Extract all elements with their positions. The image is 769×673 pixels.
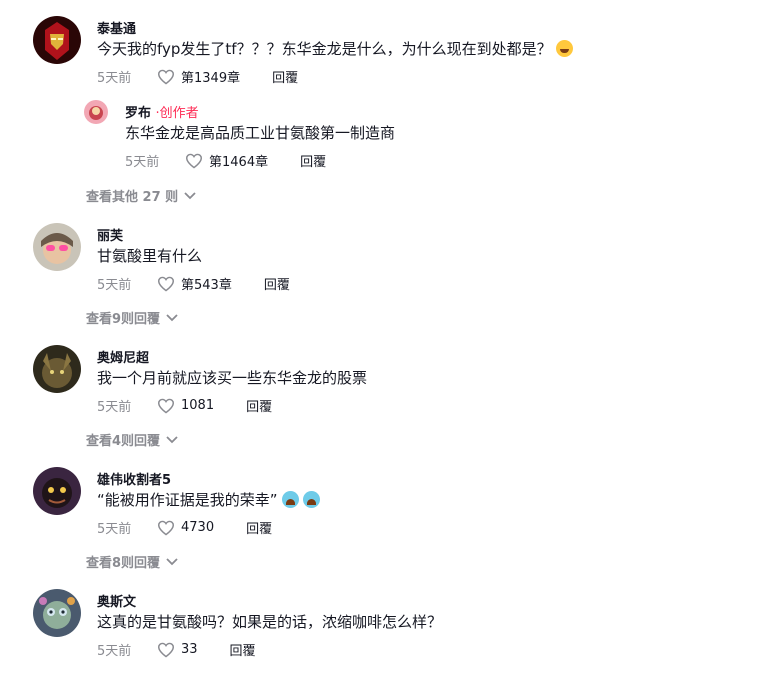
- heart-icon: [157, 69, 175, 84]
- comment-username[interactable]: 丽芙: [97, 225, 123, 244]
- reply-username: 罗布 ·创作者: [125, 102, 199, 121]
- like-button[interactable]: 第1349章: [157, 67, 240, 86]
- like-button[interactable]: 第543章: [157, 274, 232, 293]
- user-avatar[interactable]: [33, 467, 81, 515]
- chevron-down-icon: [166, 435, 178, 443]
- view-more-replies[interactable]: 查看其他 27 则: [86, 186, 196, 205]
- comment-username[interactable]: 奥斯文: [97, 591, 136, 610]
- comment-text: 今天我的fyp发生了tf？？？东华金龙是什么，为什么现在到处都是？: [97, 38, 573, 59]
- like-count: 4730: [181, 520, 215, 535]
- user-avatar[interactable]: [33, 16, 81, 64]
- comment-username[interactable]: 泰基通: [97, 18, 136, 37]
- view-more-label: 查看9则回覆: [86, 312, 161, 327]
- like-count: 第1349章: [181, 71, 241, 86]
- user-avatar[interactable]: [33, 223, 81, 271]
- comment-time: 5天前: [97, 278, 132, 293]
- like-count: 1081: [181, 398, 215, 413]
- reply-meta: 5天前 第1464章 回覆: [125, 151, 326, 170]
- view-more-replies[interactable]: 查看8则回覆: [86, 552, 178, 571]
- comment-time: 5天前: [97, 71, 132, 86]
- comment-time: 5天前: [97, 644, 132, 659]
- like-button[interactable]: 33: [157, 642, 198, 658]
- like-button[interactable]: 第1464章: [185, 151, 268, 170]
- chevron-down-icon: [166, 313, 178, 321]
- like-count: 第543章: [181, 278, 232, 293]
- user-avatar[interactable]: [33, 589, 81, 637]
- comment-text-content: “能被用作证据是我的荣幸”: [97, 491, 278, 509]
- like-button[interactable]: 4730: [157, 520, 214, 536]
- crying-emoji-icon: [302, 491, 320, 508]
- reply-button[interactable]: 回覆: [246, 396, 272, 415]
- reply-time: 5天前: [125, 155, 160, 170]
- reply-button[interactable]: 回覆: [300, 151, 326, 170]
- view-more-label: 查看4则回覆: [86, 434, 161, 449]
- heart-icon: [157, 276, 175, 291]
- comment-meta: 5天前 1081 回覆: [97, 396, 272, 415]
- comment-meta: 5天前 4730 回覆: [97, 518, 272, 537]
- view-more-label: 查看其他 27 则: [86, 190, 179, 205]
- chevron-down-icon: [184, 191, 196, 199]
- comment-text: 我一个月前就应该买一些东华金龙的股票: [97, 369, 368, 387]
- reply-button[interactable]: 回覆: [246, 518, 272, 537]
- comment-text-content: 今天我的fyp发生了tf？？？东华金龙是什么，为什么现在到处都是？: [97, 40, 552, 58]
- view-more-label: 查看8则回覆: [86, 556, 161, 571]
- comment-time: 5天前: [97, 400, 132, 415]
- reply-button[interactable]: 回覆: [264, 274, 290, 293]
- heart-icon: [185, 153, 203, 168]
- reply-button[interactable]: 回覆: [272, 67, 298, 86]
- comment-time: 5天前: [97, 522, 132, 537]
- heart-icon: [157, 642, 175, 657]
- comment-meta: 5天前 第543章 回覆: [97, 274, 290, 293]
- chevron-down-icon: [166, 557, 178, 565]
- comment-username[interactable]: 雄伟收割者5: [97, 469, 171, 488]
- comment-username[interactable]: 奥姆尼超: [97, 347, 149, 366]
- crying-emoji-icon: [281, 491, 299, 508]
- heart-icon: [157, 398, 175, 413]
- view-more-replies[interactable]: 查看4则回覆: [86, 430, 178, 449]
- like-count: 第1464章: [209, 155, 269, 170]
- creator-avatar[interactable]: [84, 100, 108, 124]
- comment-text: 甘氨酸里有什么: [97, 247, 203, 265]
- creator-badge: ·创作者: [155, 106, 199, 121]
- like-count: 33: [181, 642, 198, 657]
- reply-button[interactable]: 回覆: [230, 640, 256, 659]
- comment-meta: 5天前 33 回覆: [97, 640, 256, 659]
- reply-username-text[interactable]: 罗布: [125, 106, 151, 121]
- comment-text: 这真的是甘氨酸吗？如果是的话，浓缩咖啡怎么样？: [97, 613, 443, 631]
- view-more-replies[interactable]: 查看9则回覆: [86, 308, 178, 327]
- user-avatar[interactable]: [33, 345, 81, 393]
- like-button[interactable]: 1081: [157, 398, 214, 414]
- grinning-sweat-emoji-icon: [555, 40, 573, 57]
- heart-icon: [157, 520, 175, 535]
- reply-text: 东华金龙是高品质工业甘氨酸第一制造商: [125, 124, 396, 142]
- comment-meta: 5天前 第1349章 回覆: [97, 67, 298, 86]
- comment-text: “能被用作证据是我的荣幸”: [97, 489, 320, 510]
